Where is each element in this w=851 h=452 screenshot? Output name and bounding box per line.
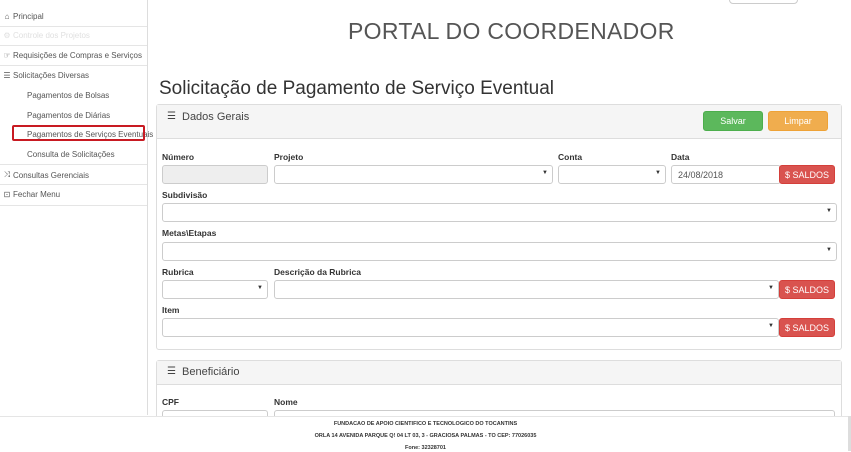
close-menu-icon: ⊡	[3, 190, 11, 199]
sidebar-item-label: Requisições de Compras e Serviços	[13, 51, 142, 60]
sidebar-item-pagamentos-bolsas[interactable]: Pagamentos de Bolsas	[27, 91, 109, 100]
divider	[0, 45, 147, 46]
panel-title: Dados Gerais	[182, 111, 250, 123]
divider	[0, 164, 147, 165]
saldos-item-button[interactable]: $ SALDOS	[779, 318, 835, 337]
numero-label: Número	[162, 152, 195, 162]
metas-label: Metas\Etapas	[162, 228, 217, 238]
divider	[0, 184, 147, 185]
sidebar-item-principal[interactable]: ⌂ Principal	[3, 12, 44, 21]
portal-title: PORTAL DO COORDENADOR	[348, 18, 675, 44]
sidebar-item-label: Pagamentos de Diárias	[27, 111, 111, 120]
sidebar-item-label: Controle dos Projetos	[13, 31, 90, 40]
sidebar-item-controle-projetos[interactable]: ⚙ Controle dos Projetos	[3, 31, 90, 40]
hand-pointer-icon: ☞	[3, 51, 11, 60]
cpf-label: CPF	[162, 397, 179, 407]
sidebar-item-fechar-menu[interactable]: ⊡ Fechar Menu	[3, 190, 61, 199]
data-label: Data	[671, 152, 690, 162]
conta-select[interactable]: ▼	[558, 165, 666, 184]
footer-address: ORLA 14 AVENIDA PARQUE Q! 04 LT 03, 3 - …	[314, 433, 537, 439]
projeto-label: Projeto	[274, 152, 304, 162]
sidebar-item-requisicoes[interactable]: ☞ Requisições de Compras e Serviços	[3, 51, 142, 60]
top-partial-button[interactable]	[729, 0, 798, 4]
numero-field	[162, 165, 268, 184]
chevron-down-icon: ▼	[826, 208, 832, 214]
selection-highlight	[12, 125, 145, 141]
chevron-down-icon: ▼	[768, 285, 774, 291]
sidebar: ⌂ Principal ⚙ Controle dos Projetos ☞ Re…	[0, 0, 153, 415]
data-value: 24/08/2018	[678, 169, 724, 180]
projeto-select[interactable]: ▼	[274, 165, 553, 184]
saldos-rubrica-button[interactable]: $ SALDOS	[779, 280, 835, 299]
sidebar-item-label: Solicitações Diversas	[13, 71, 90, 80]
rubrica-select[interactable]: ▼	[162, 280, 268, 299]
nome-label: Nome	[274, 397, 298, 407]
subdivisao-label: Subdivisão	[162, 190, 208, 200]
descricao-rubrica-label: Descrição da Rubrica	[274, 267, 361, 277]
sidebar-item-label: Consulta de Solicitações	[27, 150, 115, 159]
chevron-down-icon: ▼	[655, 170, 661, 176]
panel-heading: ☰ Beneficiário	[157, 361, 841, 385]
footer-org-name: FUNDACAO DE APOIO CIENTIFICO E TECNOLOGI…	[333, 421, 518, 427]
rubrica-label: Rubrica	[162, 267, 194, 277]
list-icon: ☰	[167, 366, 176, 377]
sidebar-item-label: Principal	[13, 12, 44, 21]
chevron-down-icon: ▼	[257, 285, 263, 291]
page-title: Solicitação de Pagamento de Serviço Even…	[159, 78, 555, 99]
descricao-rubrica-select[interactable]: ▼	[274, 280, 779, 299]
sidebar-item-consultas-gerenciais[interactable]: ⤨ Consultas Gerenciais	[3, 170, 89, 180]
shuffle-icon: ⤨	[3, 170, 11, 179]
sidebar-item-label: Fechar Menu	[13, 190, 61, 199]
gear-icon: ⚙	[3, 31, 11, 40]
divider	[0, 65, 147, 66]
footer: FUNDACAO DE APOIO CIENTIFICO E TECNOLOGI…	[0, 416, 851, 452]
clear-button[interactable]: Limpar	[768, 111, 828, 131]
list-icon: ☰	[3, 71, 11, 80]
subdivisao-select[interactable]: ▼	[162, 203, 837, 222]
home-icon: ⌂	[4, 12, 10, 21]
sidebar-item-label: Consultas Gerenciais	[13, 170, 90, 180]
sidebar-item-label: Pagamentos de Bolsas	[27, 91, 110, 100]
dados-gerais-panel: ☰ Dados Gerais	[156, 104, 842, 350]
save-button[interactable]: Salvar	[703, 111, 763, 131]
chevron-down-icon: ▼	[768, 323, 774, 329]
divider	[0, 26, 147, 27]
list-icon: ☰	[167, 111, 176, 122]
item-label: Item	[162, 305, 180, 315]
conta-label: Conta	[558, 152, 583, 162]
saldos-button[interactable]: $ SALDOS	[779, 165, 835, 184]
chevron-down-icon: ▼	[826, 247, 832, 253]
item-select[interactable]: ▼	[162, 318, 779, 337]
sidebar-item-consulta-solicitacoes[interactable]: Consulta de Solicitações	[27, 150, 115, 159]
footer-phone: Fone: 32328701	[405, 445, 446, 451]
data-field[interactable]: 24/08/2018	[671, 165, 781, 184]
chevron-down-icon: ▼	[542, 170, 548, 176]
divider	[0, 205, 147, 206]
sidebar-item-pagamentos-diarias[interactable]: Pagamentos de Diárias	[27, 111, 110, 120]
panel-title: Beneficiário	[182, 366, 240, 378]
sidebar-item-solicitacoes-diversas[interactable]: ☰ Solicitações Diversas	[3, 71, 89, 80]
metas-select[interactable]: ▼	[162, 242, 837, 261]
